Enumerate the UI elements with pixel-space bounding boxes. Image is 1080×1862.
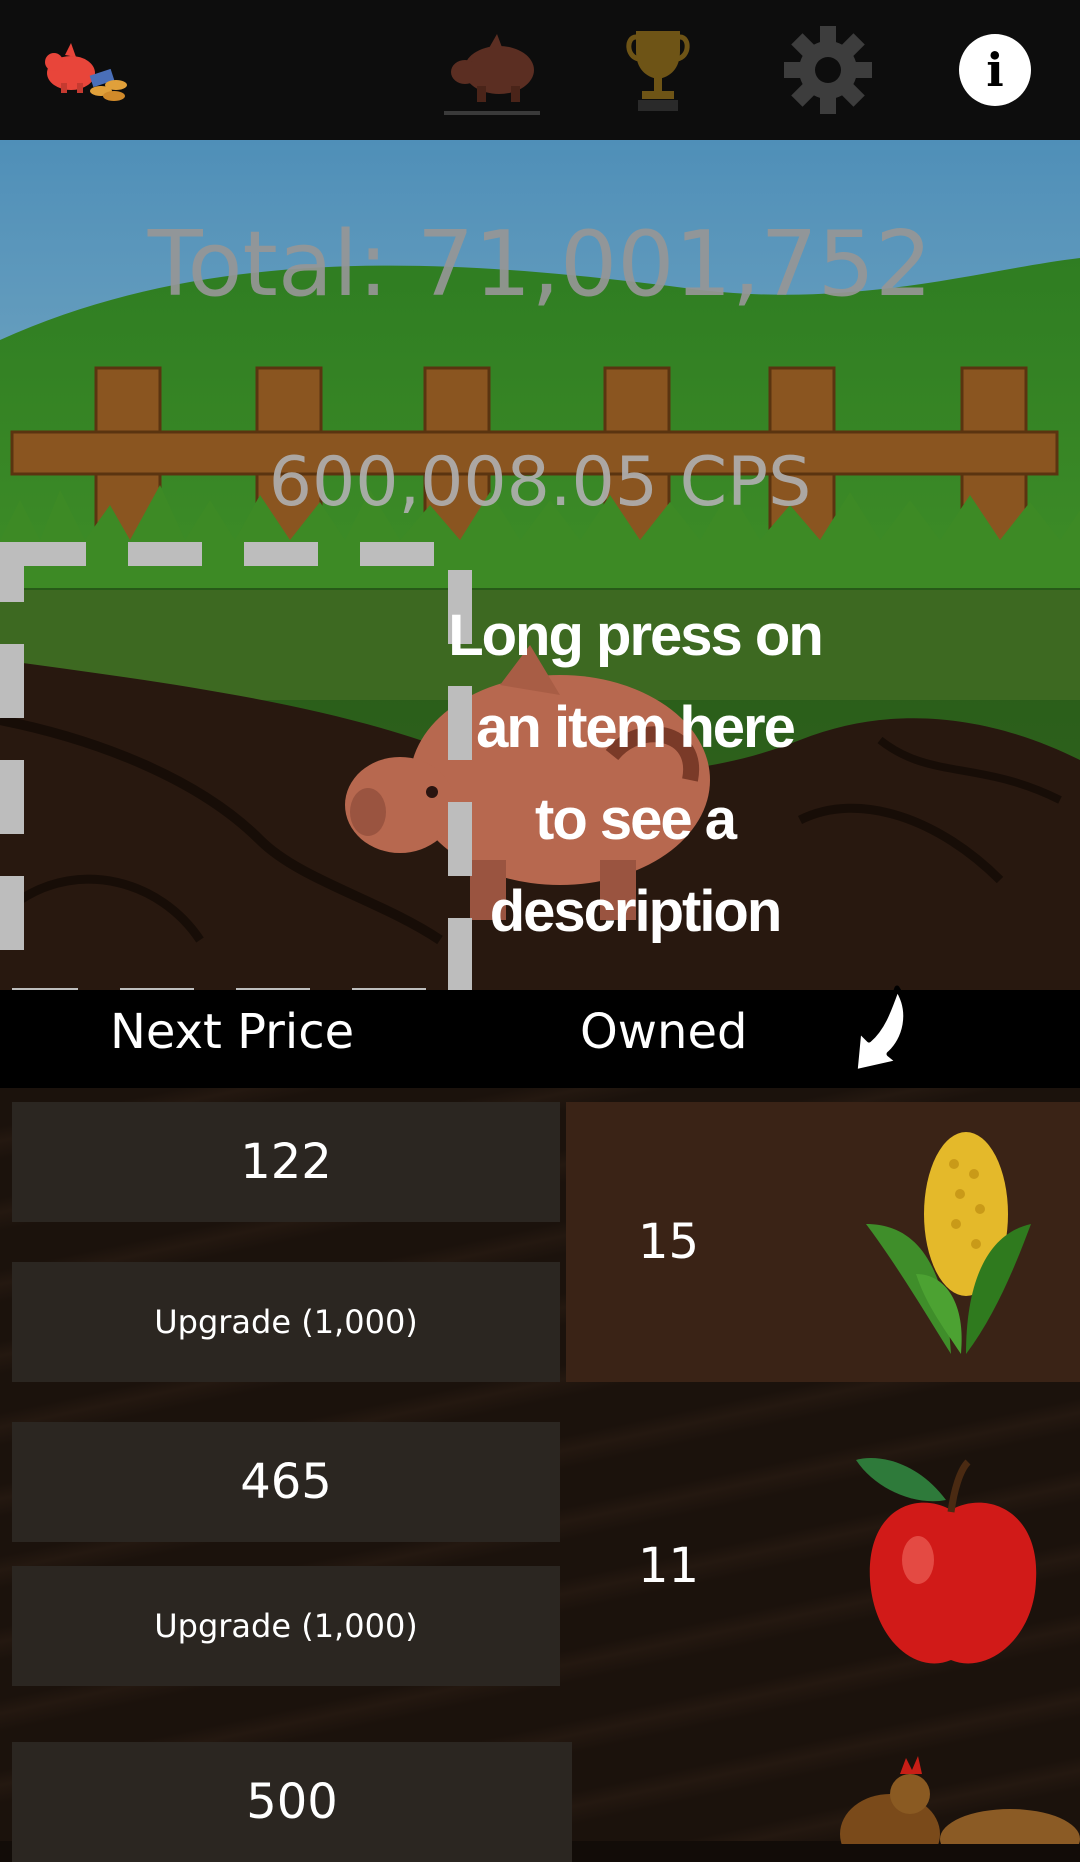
tutorial-dashed-frame (0, 542, 472, 990)
top-nav-bar: i (0, 0, 1080, 140)
buy-button[interactable]: 465 (12, 1422, 560, 1542)
apple-icon (856, 1458, 1037, 1664)
piggy-bank-coins-icon[interactable] (20, 0, 150, 140)
tutorial-line: to see a (535, 787, 737, 852)
corn-icon (866, 1132, 1031, 1354)
owned-cell[interactable]: 11 (566, 1422, 1080, 1702)
buy-button[interactable]: 122 (12, 1102, 560, 1222)
upgrade-button[interactable]: Upgrade (1,000) (12, 1566, 560, 1686)
upgrade-button[interactable]: Upgrade (1,000) (12, 1262, 560, 1382)
trophy-icon (626, 31, 690, 111)
tutorial-hint: Long press on an item here to see a desc… (410, 590, 860, 958)
owned-header: Owned (580, 1004, 748, 1060)
tab-trophy[interactable] (616, 0, 700, 140)
info-button[interactable]: i (955, 0, 1035, 140)
selected-tab-indicator (444, 111, 540, 115)
owned-cell[interactable]: 15 (566, 1102, 1080, 1382)
tutorial-line: description (489, 879, 783, 944)
tab-pig[interactable] (440, 0, 546, 140)
farm-scene[interactable]: Total: 71,001,752 600,008.05 CPS Long pr… (0, 140, 1080, 990)
item-list[interactable]: 122 Upgrade (1,000) 15 465 Upgrade (1,00… (0, 1088, 1080, 1862)
list-item[interactable]: 122 Upgrade (1,000) 15 (0, 1102, 1080, 1382)
list-item[interactable]: 465 Upgrade (1,000) 11 (0, 1422, 1080, 1694)
chicken-icon (840, 1756, 1080, 1844)
tutorial-line: an item here (476, 695, 796, 760)
info-icon: i (959, 34, 1031, 106)
tab-settings[interactable] (775, 0, 881, 140)
tutorial-arrow-icon (852, 985, 909, 1075)
owned-count: 15 (638, 1214, 700, 1270)
total-counter: Total: 71,001,752 (147, 212, 933, 317)
pig-icon (451, 34, 534, 102)
gear-icon (784, 26, 872, 114)
owned-count: 11 (638, 1538, 700, 1594)
list-item[interactable]: 500 (0, 1742, 1080, 1862)
buy-button[interactable]: 500 (12, 1742, 572, 1862)
tutorial-line: Long press on (448, 603, 824, 668)
cps-counter: 600,008.05 CPS (268, 443, 812, 522)
next-price-header: Next Price (110, 1004, 355, 1060)
